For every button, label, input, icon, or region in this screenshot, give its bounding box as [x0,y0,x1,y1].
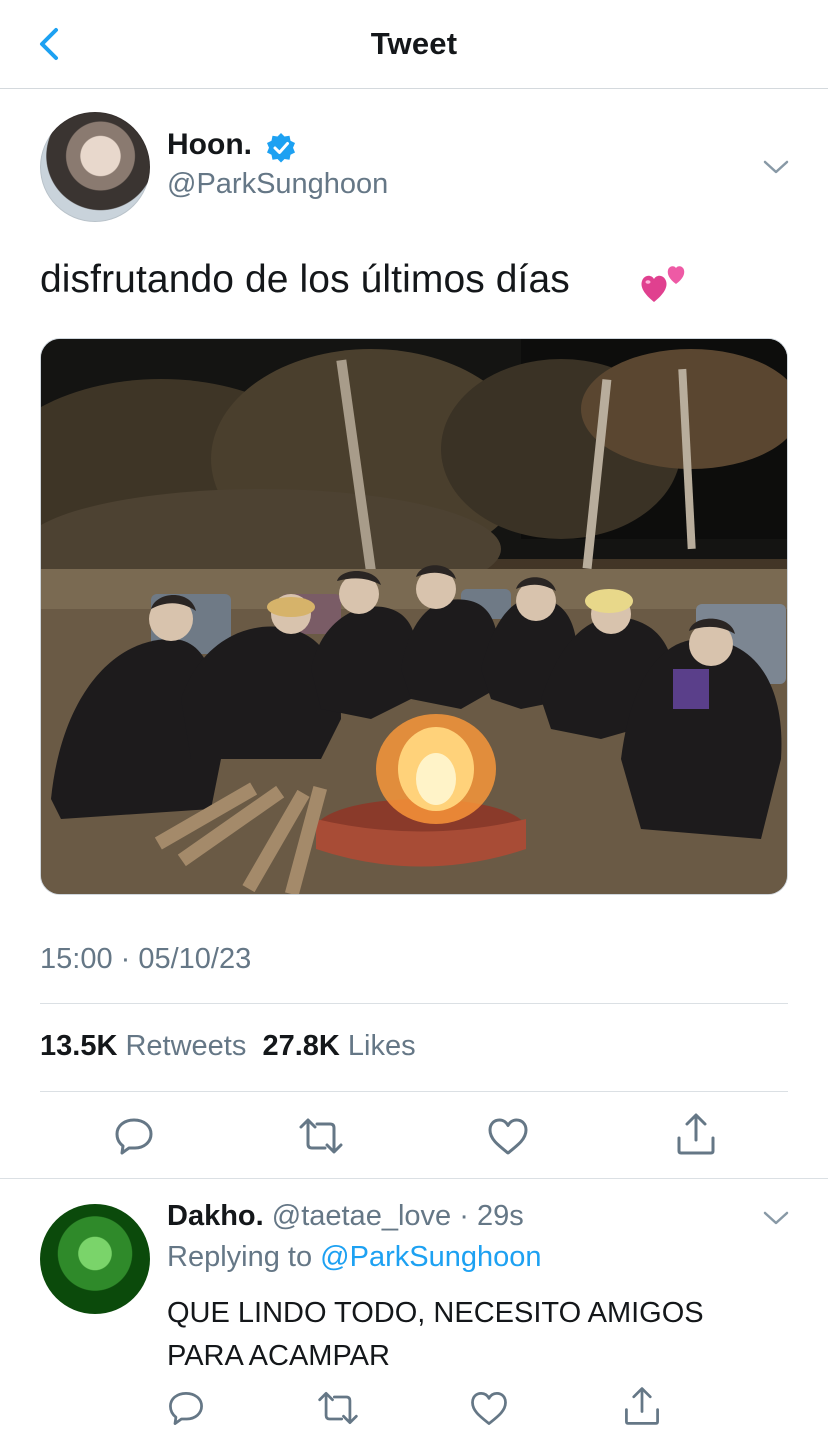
reply-icon[interactable] [164,1386,208,1430]
reply-avatar[interactable] [40,1204,150,1314]
reply-icon[interactable] [110,1112,158,1160]
retweets-count[interactable]: 13.5K [40,1030,117,1062]
tweet-timestamp: 15:00 · 05/10/23 [40,943,252,975]
avatar[interactable] [40,112,150,222]
divider [0,1178,828,1179]
replying-to-line: Replying to @ParkSunghoon [167,1241,541,1274]
replying-prefix: Replying to [167,1241,313,1273]
two-hearts-emoji [641,266,685,302]
like-icon[interactable] [467,1386,511,1430]
divider [40,1003,788,1004]
top-bar: Tweet [0,0,828,89]
reply-author-name[interactable]: Dakho. [167,1200,264,1232]
chevron-down-icon[interactable] [762,157,790,177]
chevron-down-icon[interactable] [762,1208,790,1228]
author-handle[interactable]: @ParkSunghoon [167,168,388,201]
engagement-stats: 13.5K Retweets 27.8K Likes [40,1030,416,1063]
author-name[interactable]: Hoon. [167,128,252,162]
retweet-icon[interactable] [316,1386,360,1430]
retweet-icon[interactable] [297,1112,345,1160]
likes-label[interactable]: Likes [348,1030,416,1062]
share-icon[interactable] [620,1384,664,1428]
reply-author-line: Dakho. @taetae_love · 29s [167,1200,524,1233]
retweets-label[interactable]: Retweets [125,1030,246,1062]
verified-badge-icon [267,133,295,163]
reply-age: 29s [476,1200,524,1232]
campfire-photo [41,339,787,894]
share-icon[interactable] [672,1110,720,1158]
page-title: Tweet [370,26,458,61]
divider [40,1091,788,1092]
tweet-photo[interactable] [40,338,788,895]
replying-to-link[interactable]: @ParkSunghoon [320,1241,541,1273]
likes-count[interactable]: 27.8K [262,1030,339,1062]
tweet-text: disfrutando de los últimos días [40,258,570,301]
like-icon[interactable] [484,1112,532,1160]
reply-author-handle[interactable]: @taetae_love [272,1200,451,1232]
reply-text: QUE LINDO TODO, NECESITO AMIGOS PARA ACA… [167,1297,704,1372]
reply-separator: · [459,1200,469,1232]
